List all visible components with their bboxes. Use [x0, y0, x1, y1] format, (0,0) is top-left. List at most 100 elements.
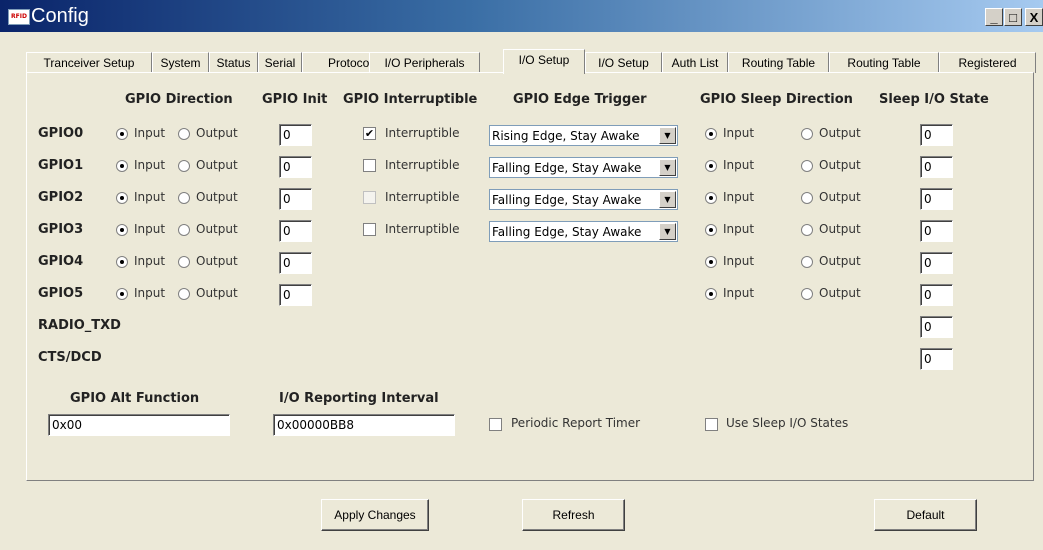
gpio3-interruptible-checkbox[interactable] [363, 223, 376, 236]
maximize-button[interactable]: □ [1004, 8, 1022, 26]
gpio2-sleep-input-label: Input [723, 190, 755, 204]
gpio3-sleep-state-input[interactable]: 0 [920, 220, 953, 242]
gpio5-sleep-input-radio[interactable] [705, 288, 717, 300]
gpio4-init-input[interactable]: 0 [279, 252, 312, 274]
gpio2-sleep-input-radio[interactable] [705, 192, 717, 204]
tab-io-setup-active[interactable]: I/O Setup [503, 49, 585, 74]
gpio1-edge-trigger-select[interactable]: Falling Edge, Stay Awake ▼ [489, 157, 678, 178]
gpio3-interruptible-label: Interruptible [385, 222, 460, 236]
gpio0-init-input[interactable]: 0 [279, 124, 312, 146]
gpio1-direction-input-radio[interactable] [116, 160, 128, 172]
gpio4-direction-input-radio[interactable] [116, 256, 128, 268]
gpio5-sleep-state-input[interactable]: 0 [920, 284, 953, 306]
cts-dcd-sleep-state-input[interactable]: 0 [920, 348, 953, 370]
gpio5-sleep-output-radio[interactable] [801, 288, 813, 300]
tab-auth-list[interactable]: Auth List [662, 52, 728, 73]
chevron-down-icon[interactable]: ▼ [659, 159, 676, 176]
gpio5-direction-output-radio[interactable] [178, 288, 190, 300]
gpio1-input-label: Input [134, 158, 166, 172]
gpio5-init-input[interactable]: 0 [279, 284, 312, 306]
window-title: Config [31, 5, 89, 27]
io-reporting-interval-input[interactable]: 0x00000BB8 [273, 414, 455, 436]
gpio2-sleep-state-input[interactable]: 0 [920, 188, 953, 210]
title-bar: RFID Config _ □ X [0, 0, 1043, 32]
tab-io-peripherals[interactable]: I/O Peripherals [369, 52, 480, 73]
chevron-down-icon[interactable]: ▼ [659, 191, 676, 208]
apply-changes-button[interactable]: Apply Changes [321, 499, 429, 531]
gpio2-sleep-output-radio[interactable] [801, 192, 813, 204]
gpio2-init-input[interactable]: 0 [279, 188, 312, 210]
gpio4-sleep-input-radio[interactable] [705, 256, 717, 268]
gpio4-sleep-state-input[interactable]: 0 [920, 252, 953, 274]
gpio3-edge-trigger-select[interactable]: Falling Edge, Stay Awake ▼ [489, 221, 678, 242]
close-button[interactable]: X [1025, 8, 1043, 26]
gpio4-direction-output-radio[interactable] [178, 256, 190, 268]
gpio2-edge-trigger-select[interactable]: Falling Edge, Stay Awake ▼ [489, 189, 678, 210]
header-gpio-init: GPIO Init [262, 92, 328, 107]
gpio0-edge-trigger-value: Rising Edge, Stay Awake [492, 129, 640, 143]
gpio3-init-input[interactable]: 0 [279, 220, 312, 242]
gpio-alt-function-label: GPIO Alt Function [70, 391, 200, 406]
row-label-gpio0: GPIO0 [38, 126, 84, 141]
gpio3-sleep-input-radio[interactable] [705, 224, 717, 236]
gpio0-sleep-input-radio[interactable] [705, 128, 717, 140]
header-gpio-interruptible: GPIO Interruptible [343, 92, 478, 107]
gpio3-sleep-output-radio[interactable] [801, 224, 813, 236]
row-label-gpio5: GPIO5 [38, 286, 84, 301]
gpio3-direction-output-radio[interactable] [178, 224, 190, 236]
periodic-report-timer-label: Periodic Report Timer [511, 416, 641, 430]
chevron-down-icon[interactable]: ▼ [659, 223, 676, 240]
gpio1-sleep-input-label: Input [723, 158, 755, 172]
gpio4-sleep-output-radio[interactable] [801, 256, 813, 268]
gpio1-sleep-output-radio[interactable] [801, 160, 813, 172]
gpio2-direction-output-radio[interactable] [178, 192, 190, 204]
gpio0-edge-trigger-select[interactable]: Rising Edge, Stay Awake ▼ [489, 125, 678, 146]
gpio1-direction-output-radio[interactable] [178, 160, 190, 172]
gpio3-input-label: Input [134, 222, 166, 236]
tab-status[interactable]: Status [209, 52, 258, 73]
tab-routing-table[interactable]: Routing Table [728, 52, 829, 73]
gpio1-sleep-state-input[interactable]: 0 [920, 156, 953, 178]
tab-routing-table-2[interactable]: Routing Table [829, 52, 939, 73]
gpio2-interruptible-checkbox[interactable] [363, 191, 376, 204]
default-button[interactable]: Default [874, 499, 977, 531]
gpio1-interruptible-label: Interruptible [385, 158, 460, 172]
gpio2-sleep-output-label: Output [819, 190, 861, 204]
tab-registered[interactable]: Registered [939, 52, 1036, 73]
gpio4-sleep-output-label: Output [819, 254, 861, 268]
header-sleep-io-state: Sleep I/O State [879, 92, 989, 107]
gpio3-sleep-output-label: Output [819, 222, 861, 236]
refresh-button[interactable]: Refresh [522, 499, 625, 531]
row-label-gpio3: GPIO3 [38, 222, 84, 237]
tab-system[interactable]: System [152, 52, 209, 73]
gpio1-sleep-input-radio[interactable] [705, 160, 717, 172]
gpio0-interruptible-checkbox[interactable]: ✔ [363, 127, 376, 140]
gpio1-init-input[interactable]: 0 [279, 156, 312, 178]
gpio3-sleep-input-label: Input [723, 222, 755, 236]
chevron-down-icon[interactable]: ▼ [659, 127, 676, 144]
gpio-alt-function-input[interactable]: 0x00 [48, 414, 230, 436]
periodic-report-timer-checkbox[interactable] [489, 418, 502, 431]
gpio0-direction-input-radio[interactable] [116, 128, 128, 140]
minimize-button[interactable]: _ [985, 8, 1003, 26]
gpio1-interruptible-checkbox[interactable] [363, 159, 376, 172]
gpio5-sleep-output-label: Output [819, 286, 861, 300]
gpio0-direction-output-radio[interactable] [178, 128, 190, 140]
gpio0-sleep-output-radio[interactable] [801, 128, 813, 140]
gpio0-interruptible-label: Interruptible [385, 126, 460, 140]
radio-txd-sleep-state-input[interactable]: 0 [920, 316, 953, 338]
gpio2-direction-input-radio[interactable] [116, 192, 128, 204]
tab-io-setup-2[interactable]: I/O Setup [585, 52, 662, 73]
gpio5-direction-input-radio[interactable] [116, 288, 128, 300]
gpio0-sleep-state-input[interactable]: 0 [920, 124, 953, 146]
gpio4-output-label: Output [196, 254, 238, 268]
gpio5-input-label: Input [134, 286, 166, 300]
tab-serial[interactable]: Serial [258, 52, 302, 73]
header-gpio-edge-trigger: GPIO Edge Trigger [513, 92, 647, 107]
gpio3-direction-input-radio[interactable] [116, 224, 128, 236]
gpio2-input-label: Input [134, 190, 166, 204]
tab-tranceiver-setup[interactable]: Tranceiver Setup [26, 52, 152, 73]
gpio0-sleep-output-label: Output [819, 126, 861, 140]
use-sleep-io-states-checkbox[interactable] [705, 418, 718, 431]
row-label-gpio4: GPIO4 [38, 254, 84, 269]
